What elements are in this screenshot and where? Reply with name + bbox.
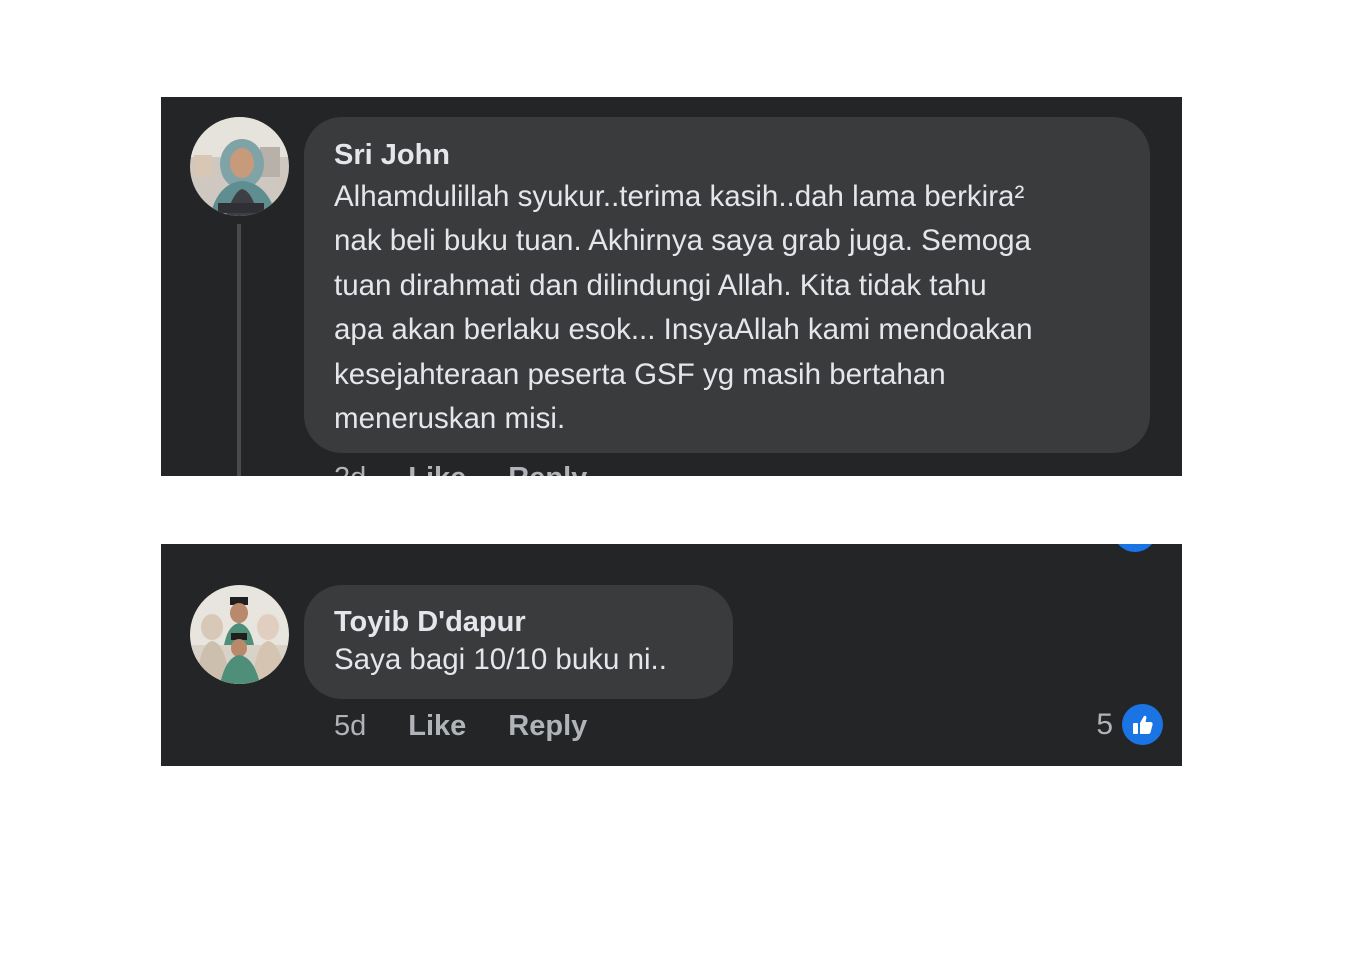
comment-bubble: Sri John Alhamdulillah syukur..terima ka… [304, 117, 1150, 453]
reaction-badge-partial [1113, 544, 1157, 552]
avatar[interactable] [190, 585, 289, 684]
like-button[interactable]: Like [408, 710, 466, 743]
reply-button[interactable]: Reply [508, 710, 587, 743]
comment-author[interactable]: Sri John [334, 137, 1120, 173]
comment-timestamp[interactable]: 5d [334, 710, 366, 743]
reply-thread-line [237, 224, 241, 476]
thumbs-up-icon [1122, 704, 1163, 745]
comment-panel: Toyib D'dapur Saya bagi 10/10 buku ni.. … [161, 544, 1182, 766]
comment-text: Alhamdulillah syukur..terima kasih..dah … [334, 180, 1033, 436]
comment-author[interactable]: Toyib D'dapur [334, 604, 703, 640]
comment-actions: 5d Like Reply [334, 710, 587, 743]
comment-bubble: Toyib D'dapur Saya bagi 10/10 buku ni.. [304, 585, 733, 699]
reaction-count: 5 [1096, 707, 1113, 741]
reaction-summary[interactable]: 5 [1096, 704, 1163, 745]
like-button[interactable]: Like [408, 462, 466, 476]
reply-button[interactable]: Reply [508, 462, 587, 476]
comment-actions: 2d Like Reply [334, 462, 587, 476]
comment-panel: Sri John Alhamdulillah syukur..terima ka… [161, 97, 1182, 476]
comment-timestamp[interactable]: 2d [334, 462, 366, 476]
comment-text: Saya bagi 10/10 buku ni.. [334, 643, 667, 676]
avatar[interactable] [190, 117, 289, 216]
